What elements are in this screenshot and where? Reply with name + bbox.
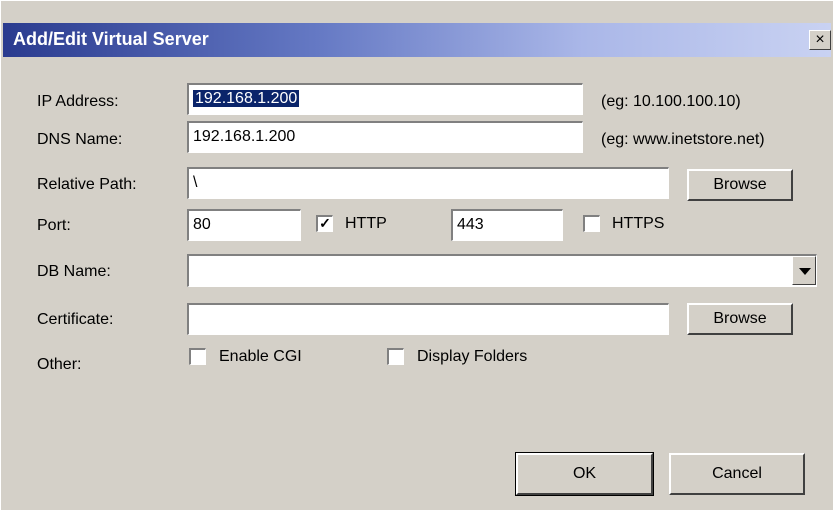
enable-cgi-checkbox[interactable] [189,348,206,365]
display-folders-label: Display Folders [417,348,528,365]
ip-address-hint: (eg: 10.100.100.10) [601,93,741,110]
relative-path-field[interactable]: \ [187,167,669,199]
close-icon[interactable]: × [809,30,831,50]
other-label: Other: [37,356,82,373]
dns-name-hint: (eg: www.inetstore.net) [601,131,765,148]
port-label: Port: [37,217,71,234]
browse-path-button[interactable]: Browse [687,169,793,201]
https-label: HTTPS [612,215,665,232]
ok-button[interactable]: OK [515,452,654,496]
https-checkbox[interactable] [583,215,600,232]
chevron-down-icon[interactable] [792,256,816,285]
enable-cgi-label: Enable CGI [219,348,302,365]
certificate-label: Certificate: [37,311,114,328]
certificate-field[interactable] [187,303,669,335]
ip-address-field[interactable]: 192.168.1.200 [187,83,583,115]
cancel-button[interactable]: Cancel [669,453,805,495]
virtual-server-dialog: Add/Edit Virtual Server × IP Address: 19… [0,0,834,511]
http-label: HTTP [345,215,387,232]
http-checkbox[interactable]: ✓ [316,215,333,232]
dialog-title: Add/Edit Virtual Server [13,29,209,49]
http-port-field[interactable]: 80 [187,209,301,241]
dns-name-label: DNS Name: [37,131,123,148]
checkmark-icon: ✓ [319,215,331,231]
title-bar[interactable]: Add/Edit Virtual Server × [3,23,831,57]
relative-path-label: Relative Path: [37,176,137,193]
db-name-label: DB Name: [37,263,111,280]
dns-name-field[interactable]: 192.168.1.200 [187,121,583,153]
ip-address-value: 192.168.1.200 [193,90,300,107]
ip-address-label: IP Address: [37,93,119,110]
https-port-field[interactable]: 443 [451,209,563,241]
browse-certificate-button[interactable]: Browse [687,303,793,335]
db-name-dropdown[interactable] [187,254,817,287]
display-folders-checkbox[interactable] [387,348,404,365]
